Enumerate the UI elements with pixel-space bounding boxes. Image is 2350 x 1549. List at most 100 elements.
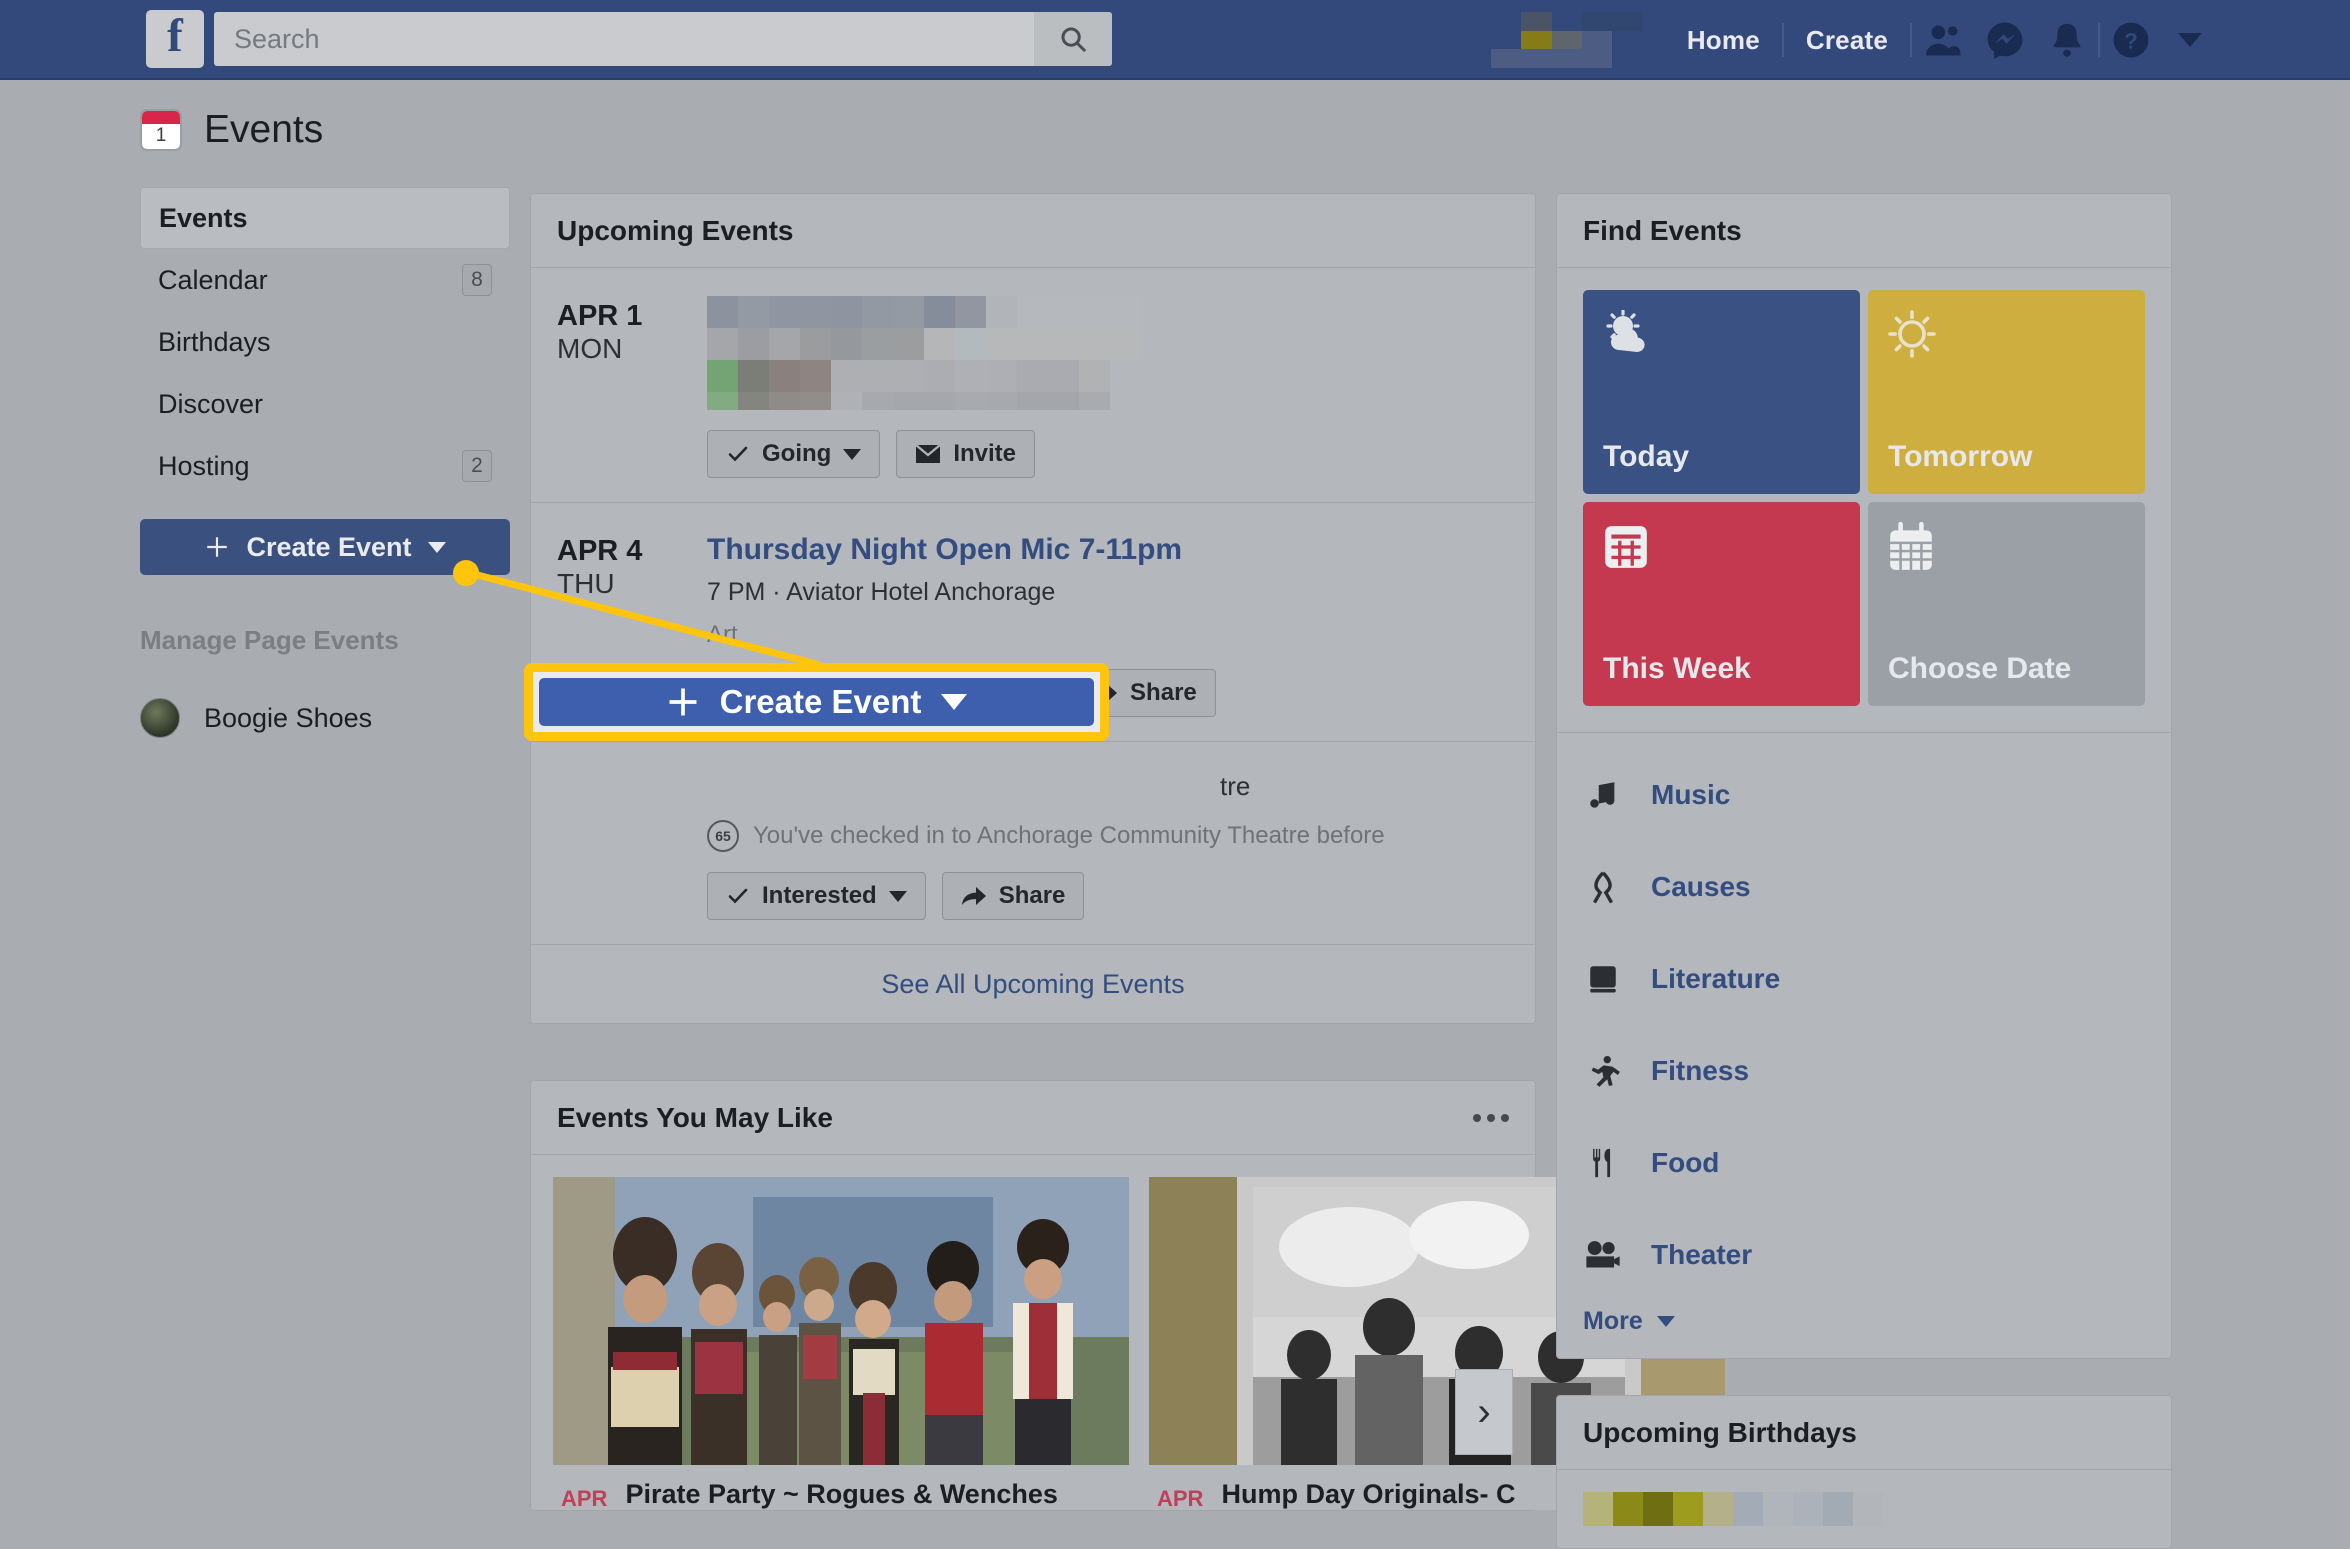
event-date-weekday: THU xyxy=(557,568,615,600)
search-icon[interactable] xyxy=(1034,12,1112,66)
interested-button[interactable]: Interested xyxy=(707,872,926,920)
check-icon xyxy=(728,446,748,462)
event-title-link[interactable]: Thursday Night Open Mic 7-11pm xyxy=(707,531,1509,569)
tile-label: Today xyxy=(1603,440,1690,473)
calendar-icon xyxy=(1890,522,1932,570)
tile-today[interactable]: Today xyxy=(1583,290,1860,494)
check-icon xyxy=(728,888,748,904)
sidebar-item-discover[interactable]: Discover xyxy=(140,373,510,435)
page-avatar xyxy=(140,698,180,738)
find-events-title: Find Events xyxy=(1583,214,1742,246)
event-title-partial[interactable]: tre xyxy=(707,770,1509,803)
sun-icon xyxy=(1888,310,1936,358)
find-events-card: Find Events Today Tomorrow This Week Cho… xyxy=(1556,193,2172,1359)
eyml-card-date: APR xyxy=(1157,1485,1204,1511)
week-calendar-icon xyxy=(1605,526,1647,568)
chevron-down-icon xyxy=(843,448,862,460)
category-food[interactable]: Food xyxy=(1583,1117,2145,1209)
notifications-icon[interactable] xyxy=(2036,12,2098,68)
fork-knife-icon xyxy=(1583,1146,1623,1180)
sidebar-badge: 2 xyxy=(462,450,492,482)
left-sidebar: 1 Events Events Calendar 8 Birthdays Dis… xyxy=(140,108,510,738)
tile-tomorrow[interactable]: Tomorrow xyxy=(1868,290,2145,494)
category-causes[interactable]: Causes xyxy=(1583,841,2145,933)
page-title: Events xyxy=(204,108,324,151)
upcoming-event-row: tre 65 You've checked in to Anchorage Co… xyxy=(531,742,1535,945)
upcoming-birthdays-header: Upcoming Birthdays xyxy=(1557,1396,2171,1470)
messenger-icon[interactable] xyxy=(1974,12,2036,68)
sidebar-item-label: Birthdays xyxy=(158,326,271,357)
help-icon[interactable]: ? xyxy=(2100,12,2162,68)
nav-link-create[interactable]: Create xyxy=(1784,25,1910,56)
eyml-card[interactable]: APR Pirate Party ~ Rogues & Wenches xyxy=(553,1177,1129,1510)
chevron-down-icon xyxy=(427,541,446,553)
event-date-day: APR 1 xyxy=(557,300,643,332)
upcoming-event-row: APR 1 MON Going Invite xyxy=(531,268,1535,503)
category-theater[interactable]: Theater xyxy=(1583,1209,2145,1301)
category-literature[interactable]: Literature xyxy=(1583,933,2145,1025)
create-event-highlight-box: Create Event xyxy=(524,663,1109,741)
chevron-down-icon xyxy=(941,694,968,710)
share-button[interactable]: Share xyxy=(941,872,1085,920)
search-placeholder: Search xyxy=(234,23,320,54)
share-label: Share xyxy=(1130,678,1197,706)
see-all-upcoming-events-link[interactable]: See All Upcoming Events xyxy=(531,945,1535,1023)
event-date: APR 1 MON xyxy=(557,296,707,478)
sidebar-item-label: Calendar xyxy=(158,264,268,295)
upcoming-events-header: Upcoming Events xyxy=(531,194,1535,268)
sidebar-item-hosting[interactable]: Hosting 2 xyxy=(140,435,510,497)
tile-choose-date[interactable]: Choose Date xyxy=(1868,502,2145,706)
tile-label: Tomorrow xyxy=(1888,440,2033,473)
category-label: Causes xyxy=(1651,871,1751,902)
create-event-label: Create Event xyxy=(719,683,922,720)
sidebar-item-label: Discover xyxy=(158,388,264,419)
upcoming-birthdays-title: Upcoming Birthdays xyxy=(1583,1416,1857,1448)
eyml-card-date: APR xyxy=(561,1485,608,1511)
managed-page-item[interactable]: Boogie Shoes xyxy=(140,698,510,738)
right-column: Find Events Today Tomorrow This Week Cho… xyxy=(1556,193,2172,1549)
event-meta: 7 PM · Aviator Hotel Anchorage xyxy=(707,577,1056,606)
sidebar-item-events[interactable]: Events xyxy=(140,187,510,249)
running-icon xyxy=(1583,1054,1623,1088)
film-camera-icon xyxy=(1583,1239,1623,1271)
book-icon xyxy=(1583,962,1623,996)
sidebar-header: 1 Events xyxy=(140,108,510,152)
search-bar[interactable]: Search xyxy=(214,12,1112,66)
more-options-icon[interactable] xyxy=(1473,1113,1509,1122)
sidebar-item-birthdays[interactable]: Birthdays xyxy=(140,311,510,373)
eyml-card-title[interactable]: Pirate Party ~ Rogues & Wenches xyxy=(625,1479,1057,1510)
friends-icon[interactable] xyxy=(1912,12,1974,68)
interested-label: Interested xyxy=(762,882,877,909)
envelope-icon xyxy=(915,444,942,463)
chevron-right-icon[interactable]: › xyxy=(1455,1369,1513,1455)
top-navigation-bar: f Search Home Create ? xyxy=(0,0,2350,80)
facebook-logo[interactable]: f xyxy=(146,10,204,68)
going-button[interactable]: Going xyxy=(707,430,881,478)
nav-link-home[interactable]: Home xyxy=(1665,25,1782,56)
event-checkin-note: 65 You've checked in to Anchorage Commun… xyxy=(707,820,1509,852)
category-label: Literature xyxy=(1651,963,1781,994)
category-fitness[interactable]: Fitness xyxy=(1583,1025,2145,1117)
event-category-list: Music Causes Literature Fitness Food The… xyxy=(1557,732,2171,1358)
sidebar-create-event-label: Create Event xyxy=(246,531,412,562)
upcoming-birthdays-card: Upcoming Birthdays xyxy=(1556,1395,2172,1549)
sidebar-item-calendar[interactable]: Calendar 8 xyxy=(140,249,510,311)
eyml-card-title[interactable]: Hump Day Originals- C xyxy=(1221,1479,1515,1510)
create-event-button-highlighted[interactable]: Create Event xyxy=(539,678,1094,726)
tile-this-week[interactable]: This Week xyxy=(1583,502,1860,706)
event-content-blurred xyxy=(707,296,1141,410)
invite-button[interactable]: Invite xyxy=(896,430,1036,478)
category-music[interactable]: Music xyxy=(1583,749,2145,841)
nav-right-group: Home Create ? xyxy=(1490,0,2202,80)
account-caret-icon[interactable] xyxy=(2178,33,2202,47)
events-you-may-like-card: Events You May Like APR Pirate Party ~ R… xyxy=(530,1080,1725,1511)
upcoming-events-title: Upcoming Events xyxy=(557,214,794,246)
eyml-header: Events You May Like xyxy=(531,1081,1535,1155)
category-label: Food xyxy=(1651,1147,1720,1178)
more-categories-button[interactable]: More xyxy=(1583,1301,2145,1336)
plus-icon xyxy=(207,537,228,557)
sun-cloud-icon xyxy=(1606,310,1645,352)
share-arrow-icon xyxy=(961,887,986,905)
profile-name-blurred[interactable] xyxy=(1490,12,1643,68)
events-calendar-icon: 1 xyxy=(140,109,182,151)
